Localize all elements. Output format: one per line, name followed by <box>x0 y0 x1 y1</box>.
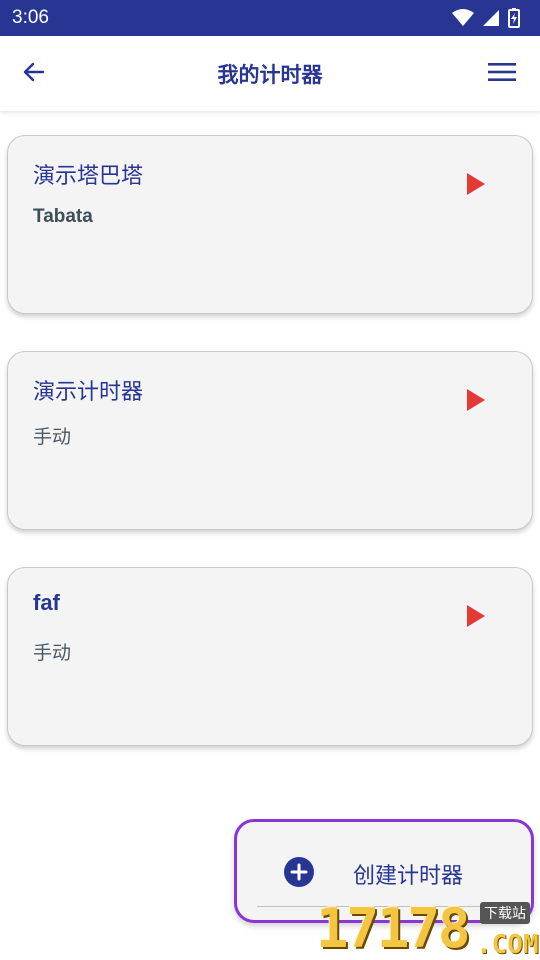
timer-card[interactable]: 演示塔巴塔 Tabata <box>7 135 533 314</box>
timer-card[interactable]: faf 手动 <box>7 567 533 746</box>
play-button[interactable] <box>463 389 489 415</box>
app-bar: 我的计时器 <box>0 36 540 111</box>
status-icons <box>452 8 520 28</box>
menu-button[interactable] <box>486 58 518 90</box>
play-icon <box>467 605 485 631</box>
wifi-icon <box>452 9 474 27</box>
watermark-com: .COM <box>476 930 539 960</box>
create-timer-label: 创建计时器 <box>353 864 464 889</box>
hamburger-menu-icon <box>488 62 516 86</box>
timer-name: 演示塔巴塔 <box>33 164 144 189</box>
arrow-left-icon <box>23 61 45 87</box>
watermark-tag: 下载站 <box>480 902 530 924</box>
play-icon <box>467 173 485 199</box>
timer-name: 演示计时器 <box>33 380 144 405</box>
play-button[interactable] <box>463 173 489 199</box>
plus-circle-icon <box>283 856 315 888</box>
timer-name: faf <box>33 590 60 615</box>
page-title: 我的计时器 <box>217 62 323 87</box>
back-button[interactable] <box>18 58 50 90</box>
watermark-digits: 17178 <box>316 897 471 960</box>
timer-type: Tabata <box>33 206 93 227</box>
signal-icon <box>482 9 500 27</box>
watermark-logo: 17178 下载站 .COM <box>316 898 540 960</box>
play-icon <box>467 389 485 415</box>
timer-type: 手动 <box>33 426 72 448</box>
status-bar: 3:06 <box>0 0 540 36</box>
battery-icon <box>508 8 520 28</box>
timer-type: 手动 <box>33 642 72 664</box>
timer-card[interactable]: 演示计时器 手动 <box>7 351 533 530</box>
play-button[interactable] <box>463 605 489 631</box>
status-time: 3:06 <box>12 7 49 28</box>
